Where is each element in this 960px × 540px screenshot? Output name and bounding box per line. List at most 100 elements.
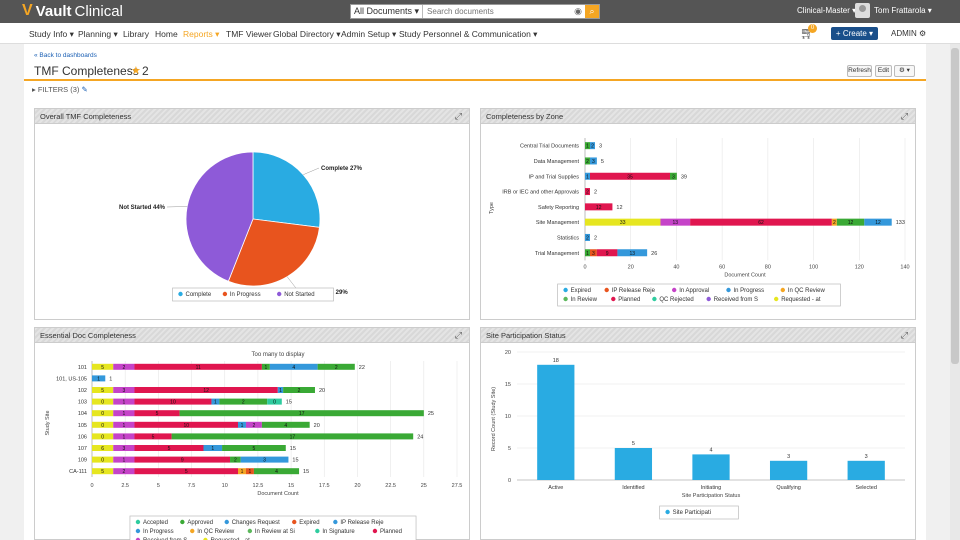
panel-header: Completeness by Zone ⤢ <box>481 109 915 124</box>
panel-header: Overall TMF Completeness ⤢ <box>35 109 469 124</box>
x-axis-title: Document Count <box>724 272 766 278</box>
x-axis-title: Site Participation Status <box>682 493 741 499</box>
legend-label: In Approval <box>679 288 709 294</box>
legend-label: In Review <box>571 297 598 303</box>
bar-segment-label: 13 <box>630 251 636 257</box>
bar-segment-label: 4 <box>275 469 278 475</box>
eye-icon[interactable]: ◉ <box>571 5 585 18</box>
admin-menu[interactable]: ADMIN ⚙ <box>891 29 926 38</box>
bar-segment-label: 0 <box>101 400 104 406</box>
settings-gear-button[interactable]: ⚙ ▾ <box>894 65 915 77</box>
legend-label: In Progress <box>143 529 174 535</box>
legend-marker <box>563 296 568 302</box>
top-bar: V Vault Clinical All Documents ▾ ◉ ⌕ Cli… <box>0 0 960 23</box>
pie-leader-line <box>303 167 320 175</box>
legend-marker <box>224 519 229 525</box>
bar-segment-label: 1 <box>279 388 282 394</box>
edit-button[interactable]: Edit <box>875 65 892 77</box>
x-tick-label: Active <box>548 485 563 491</box>
site-participation-chart: 0 5 10 15 20 Record Count (Study Site) Site Pa… <box>491 350 905 520</box>
x-tick-label: 15 <box>288 483 294 489</box>
nav-admin-setup[interactable]: Admin Setup ▾ <box>341 29 396 40</box>
user-menu[interactable]: Tom Frattarola ▾ <box>874 6 932 15</box>
nav-study-personnel[interactable]: Study Personnel & Communication ▾ <box>399 29 537 40</box>
vault-switcher[interactable]: Clinical-Master ▾ <box>797 6 856 15</box>
bar-segment-label: 9 <box>606 251 609 257</box>
legend-marker <box>247 528 253 534</box>
nav-study-info[interactable]: Study Info ▾ <box>29 29 74 40</box>
bar-segment-label: 3 <box>263 458 266 464</box>
x-tick-label: 20 <box>354 483 360 489</box>
search-icon[interactable]: ⌕ <box>585 5 599 18</box>
nav-reports[interactable]: Reports ▾ <box>183 29 219 40</box>
panel-overall-tmf: Overall TMF Completeness ⤢ Complete 27% I… <box>34 108 470 320</box>
search-scope-dropdown[interactable]: All Documents ▾ <box>351 5 424 18</box>
bar-segment-label: 0 <box>101 434 104 440</box>
bar-segment-label: 1 <box>586 144 589 150</box>
caret-right-icon: ▸ <box>32 85 36 94</box>
legend-marker <box>277 291 282 297</box>
bar-segment-label: 5 <box>101 365 104 371</box>
x-tick-label: 2.5 <box>121 483 129 489</box>
bar-total-label: 22 <box>359 365 365 371</box>
legend-label: Expired <box>571 288 591 294</box>
nav-library[interactable]: Library <box>123 29 149 39</box>
x-tick-label: 120 <box>855 264 864 270</box>
panel-site-participation: Site Participation Status ⤢ 0 5 10 15 20 Reco… <box>480 327 916 540</box>
expand-icon[interactable]: ⤢ <box>455 330 462 341</box>
pencil-icon[interactable]: ✎ <box>82 85 88 94</box>
user-avatar-icon[interactable] <box>855 3 870 18</box>
filters-toggle[interactable]: ▸ FILTERS (3) ✎ <box>32 85 88 94</box>
legend-marker <box>665 509 670 515</box>
legend-label: Site Participati <box>673 510 711 516</box>
legend-marker <box>780 287 785 293</box>
favorite-star-icon[interactable]: ★ <box>131 64 141 77</box>
x-tick-label: 80 <box>765 264 771 270</box>
y-tick-label: 102 <box>78 388 87 394</box>
vault-logo-icon: V <box>22 2 33 19</box>
bar-segment-label: 62 <box>758 220 764 226</box>
panel-title: Completeness by Zone <box>486 112 564 121</box>
x-tick-label: 17.5 <box>319 483 330 489</box>
create-button[interactable]: + Create ▾ <box>831 27 878 40</box>
panel-title: Overall TMF Completeness <box>40 112 132 121</box>
search-input[interactable] <box>423 5 571 18</box>
nav-planning[interactable]: Planning ▾ <box>78 29 118 40</box>
refresh-button[interactable]: Refresh <box>847 65 872 77</box>
x-tick-label: 20 <box>628 264 634 270</box>
expand-icon[interactable]: ⤢ <box>901 330 908 341</box>
legend-label: Expired <box>299 520 319 526</box>
bar-segment-label: 5 <box>152 434 155 440</box>
legend-marker <box>706 296 711 302</box>
x-tick-label: Initiating <box>701 485 722 491</box>
expand-icon[interactable]: ⤢ <box>455 111 462 122</box>
y-tick-label: Site Management <box>536 220 580 226</box>
bar-segment-label: 10 <box>170 400 176 406</box>
pie-label: Complete 27% <box>321 166 363 172</box>
y-tick-label: 103 <box>78 400 87 406</box>
bar-segment-label: 0 <box>273 400 276 406</box>
vault-logo[interactable]: V Vault Clinical <box>22 2 123 20</box>
legend-marker <box>135 528 141 534</box>
bar-total-label: 15 <box>303 469 309 475</box>
bar-value-label: 18 <box>553 358 559 364</box>
bar-segment-label: 1 <box>97 376 100 382</box>
legend-marker <box>604 287 609 293</box>
bar-segment-label: 35 <box>627 174 633 180</box>
bar-segment-label: 2 <box>298 388 301 394</box>
title-divider <box>24 79 926 81</box>
bar-segment-label: 12 <box>875 220 881 226</box>
nav-global-directory[interactable]: Global Directory ▾ <box>273 29 341 40</box>
expand-icon[interactable]: ⤢ <box>901 111 908 122</box>
bar-segment-label: 3 <box>122 388 125 394</box>
nav-home[interactable]: Home <box>155 29 178 39</box>
back-to-dashboards-link[interactable]: « Back to dashboards <box>34 52 97 59</box>
nav-tmf-viewer[interactable]: TMF Viewer <box>226 29 272 39</box>
bar-segment-label: 1 <box>122 434 125 440</box>
scrollbar-thumb[interactable] <box>951 48 959 364</box>
panel-essential-doc: Essential Doc Completeness ⤢ Too many to… <box>34 327 470 540</box>
panel-title: Essential Doc Completeness <box>40 331 136 340</box>
legend-label: In Review at Si <box>255 529 295 535</box>
bar-total-label: 20 <box>314 423 320 429</box>
bar-segment-label: 5 <box>101 469 104 475</box>
